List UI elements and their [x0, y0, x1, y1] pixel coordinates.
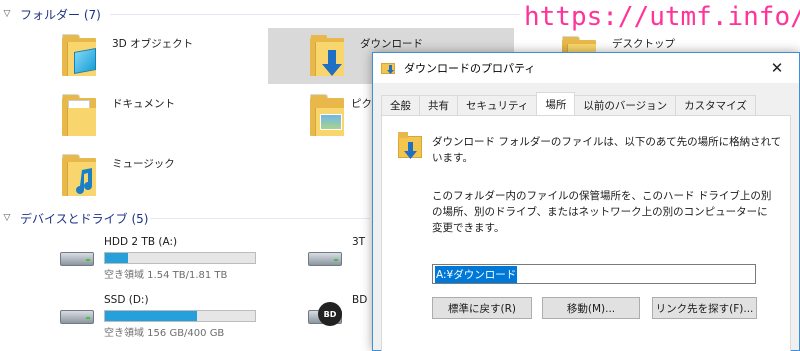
download-folder-icon: [396, 130, 426, 164]
watermark-url: https://utmf.info/: [524, 2, 800, 32]
drive-name: BD: [352, 294, 368, 306]
folder-tile-documents[interactable]: ドキュメント: [56, 88, 256, 144]
properties-dialog: ダウンロードのプロパティ ✕ 全般 共有 セキュリティ 場所 以前のバージョン …: [372, 52, 800, 351]
pictures-folder-icon: [304, 88, 345, 144]
chevron-down-icon[interactable]: ▽: [0, 213, 14, 223]
folder-tile-3d-objects[interactable]: 3D オブジェクト: [56, 28, 256, 84]
dialog-titlebar[interactable]: ダウンロードのプロパティ ✕: [373, 53, 799, 83]
drive-name: HDD 2 TB (A:): [104, 236, 178, 248]
folder-label: ダウンロード: [360, 38, 423, 50]
download-folder-icon: [304, 28, 354, 84]
move-button[interactable]: 移動(M)...: [542, 297, 640, 319]
find-target-button[interactable]: リンク先を探す(F)...: [652, 297, 757, 319]
folder-tile-pictures[interactable]: ピク: [304, 88, 372, 144]
location-tab-panel: ダウンロード フォルダーのファイルは、以下のあて先の場所に格納されています。 こ…: [381, 115, 791, 351]
drive-tile-bd[interactable]: BD BD: [304, 294, 367, 330]
drive-tile-ssd-d[interactable]: SSD (D:) 空き領域 156 GB/400 GB: [56, 294, 256, 339]
devices-header-label: デバイスとドライブ (5): [20, 211, 149, 226]
folder-label: 3D オブジェクト: [112, 38, 194, 50]
folder-label: ドキュメント: [112, 98, 175, 110]
music-folder-icon: [56, 148, 106, 204]
restore-default-button[interactable]: 標準に戻す(R): [432, 297, 532, 319]
drive-free-space: 空き領域 1.54 TB/1.81 TB: [104, 270, 228, 281]
dialog-tabs: 全般 共有 セキュリティ 場所 以前のバージョン カスタマイズ: [381, 92, 756, 115]
drive-name: 3T: [352, 236, 366, 248]
folders-group-header[interactable]: ▽ フォルダー (7): [0, 4, 520, 24]
download-folder-icon: [381, 61, 397, 75]
tab-previous-versions[interactable]: 以前のバージョン: [574, 95, 677, 115]
dialog-title: ダウンロードのプロパティ: [404, 62, 536, 75]
hard-drive-icon: [56, 236, 102, 272]
folder-label: デスクトップ: [612, 38, 675, 50]
move-description: このフォルダー内のファイルの保管場所を、このハード ドライブ上の別の場所、別のド…: [432, 190, 772, 234]
folders-header-label: フォルダー (7): [20, 7, 101, 22]
location-path-field[interactable]: A:¥ダウンロード: [432, 264, 756, 284]
devices-group-header[interactable]: ▽ デバイスとドライブ (5): [0, 208, 372, 228]
chevron-down-icon[interactable]: ▽: [0, 9, 14, 19]
documents-folder-icon: [56, 88, 106, 144]
drive-tile-3t[interactable]: 3T: [304, 236, 365, 272]
tab-security[interactable]: セキュリティ: [457, 95, 538, 115]
drive-name: SSD (D:): [104, 294, 149, 306]
tab-general[interactable]: 全般: [381, 95, 420, 115]
folder-label: ピク: [351, 98, 372, 110]
header-divider: [110, 14, 520, 15]
header-divider: [150, 218, 370, 219]
bd-drive-icon: BD: [304, 294, 350, 330]
folder-tile-music[interactable]: ミュージック: [56, 148, 256, 204]
drive-usage-bar: [104, 252, 256, 264]
drive-free-space: 空き領域 156 GB/400 GB: [104, 328, 225, 339]
hard-drive-icon: [56, 294, 102, 330]
drive-usage-bar: [104, 310, 256, 322]
tab-customize[interactable]: カスタマイズ: [675, 95, 756, 115]
close-icon[interactable]: ✕: [755, 53, 799, 83]
folder-label: ミュージック: [112, 158, 175, 170]
tab-sharing[interactable]: 共有: [419, 95, 458, 115]
location-description: ダウンロード フォルダーのファイルは、以下のあて先の場所に格納されています。: [432, 136, 782, 164]
hard-drive-icon: [304, 236, 350, 272]
tab-location[interactable]: 場所: [536, 92, 576, 115]
location-path-value: A:¥ダウンロード: [435, 265, 518, 283]
3d-objects-icon: [56, 28, 106, 84]
drive-tile-hdd-a[interactable]: HDD 2 TB (A:) 空き領域 1.54 TB/1.81 TB: [56, 236, 256, 281]
